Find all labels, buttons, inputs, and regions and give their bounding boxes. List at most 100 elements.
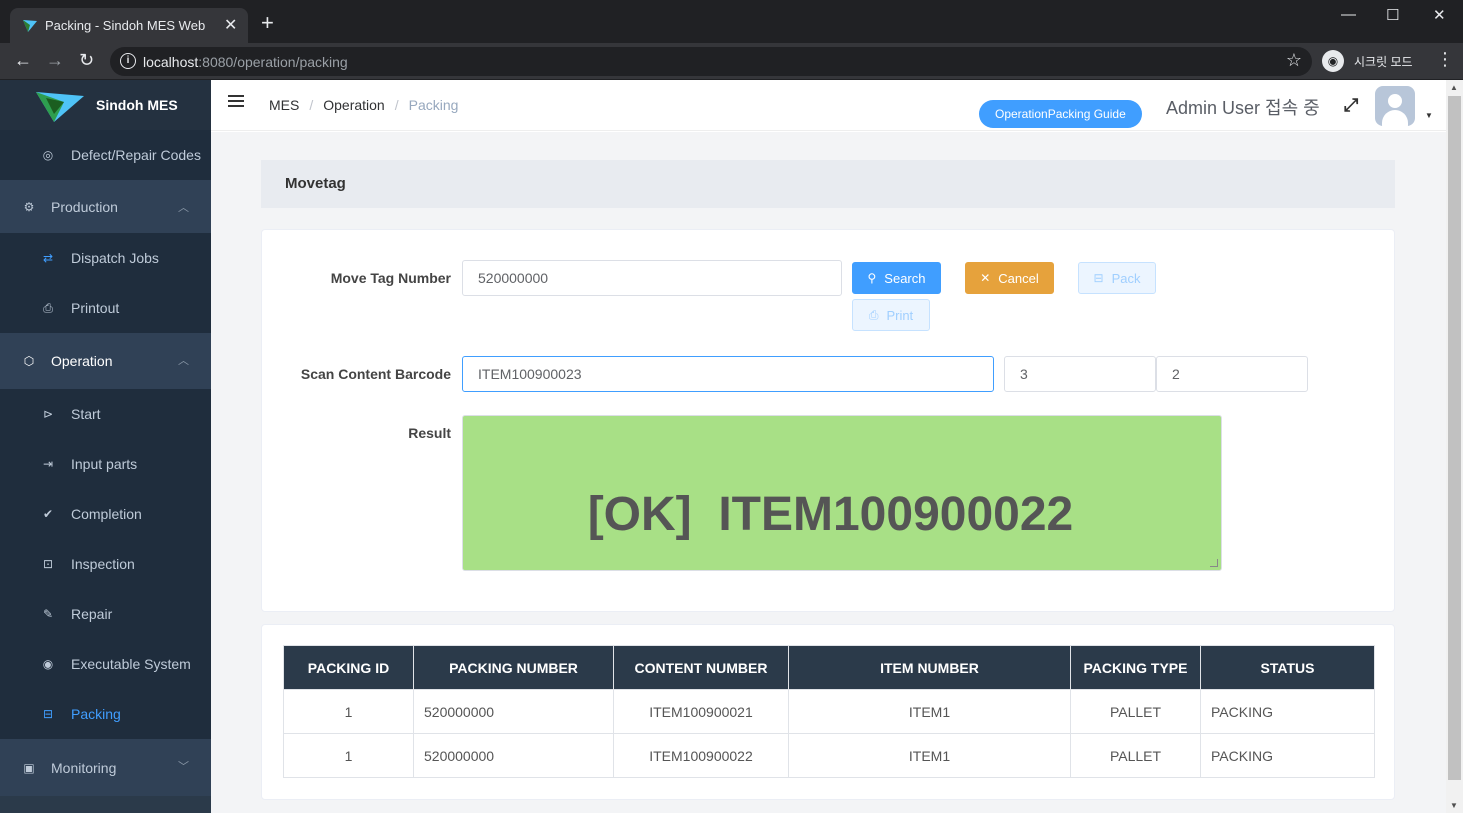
reload-icon[interactable]: ↻ [79,50,94,70]
page-content: Movetag Move Tag Number ⚲ Search ✕ Cance… [211,132,1446,813]
sidebar-group-production[interactable]: ⚙ Production ︿ [0,180,211,233]
sidebar-group-monitoring[interactable]: ▣ Monitoring ﹀ [0,739,211,796]
sidebar-item-executable-system[interactable]: ◉ Executable System [0,639,211,689]
sidebar-item-label: Start [71,406,101,422]
sidebar-item-label: Defect/Repair Codes [71,147,201,163]
print-button-label: Print [886,307,914,323]
sidebar-item-inspection[interactable]: ⊡ Inspection [0,539,211,589]
breadcrumb-packing: Packing [408,97,459,113]
sidebar-group-operation[interactable]: ⬡ Operation ︿ [0,333,211,389]
cancel-button[interactable]: ✕ Cancel [965,262,1054,294]
main-app: MES / Operation / Packing OperationPacki… [211,80,1446,813]
scrollbar-thumb[interactable] [1448,96,1461,780]
sindoh-favicon-icon [23,20,37,32]
sidebar-item-defect-repair-codes[interactable]: ◎ Defect/Repair Codes [0,130,211,180]
count-field-a[interactable] [1004,356,1156,392]
breadcrumb: MES / Operation / Packing [269,97,459,113]
cell-packing-id: 1 [283,689,414,734]
result-textarea[interactable]: [OK] ITEM100900022 [462,415,1222,571]
cell-packing-type: PALLET [1070,733,1201,778]
bookmark-star-icon[interactable]: ☆ [1286,50,1302,71]
sidebar-item-printout[interactable]: ⎙ Printout [0,283,211,333]
result-label: Result [408,425,451,441]
scroll-up-icon[interactable]: ▲ [1450,83,1458,92]
address-bar[interactable]: i localhost:8080/operation/packing ☆ [110,47,1312,76]
table-row[interactable]: 1 520000000 ITEM100900021 ITEM1 PALLET P… [283,689,1375,734]
cell-item-number: ITEM1 [788,689,1071,734]
incognito-label: 시크릿 모드 [1354,54,1413,69]
col-packing-type[interactable]: PACKING TYPE [1070,645,1201,690]
col-item-number[interactable]: ITEM NUMBER [788,645,1071,690]
window-close-icon[interactable]: ✕ [1433,6,1446,24]
sidebar-item-label: Monitoring [51,759,117,776]
browser-tab[interactable]: Packing - Sindoh MES Web ✕ [10,8,248,43]
resize-grip-icon[interactable] [1210,559,1218,567]
sidebar-item-packing[interactable]: ⊟ Packing [0,689,211,739]
cancel-button-label: Cancel [998,270,1039,286]
sidebar-item-completion[interactable]: ✔ Completion [0,489,211,539]
table-row[interactable]: 1 520000000 ITEM100900022 ITEM1 PALLET P… [283,733,1375,778]
pack-button[interactable]: ⊟ Pack [1078,262,1156,294]
count-field-b[interactable] [1156,356,1308,392]
menu-toggle-icon[interactable] [228,95,244,109]
chevron-down-icon: ﹀ [178,761,189,773]
sidebar-item-dispatch-jobs[interactable]: ⇄ Dispatch Jobs [0,233,211,283]
maximize-icon[interactable]: ☐ [1386,6,1399,24]
caret-down-icon[interactable]: ▼ [1425,111,1433,120]
fullscreen-icon[interactable]: ⤢ [1344,95,1358,116]
brand[interactable]: Sindoh MES [0,80,211,130]
new-tab-icon[interactable]: + [261,12,274,34]
scan-barcode-input[interactable] [462,356,994,392]
packing-table-card: PACKING ID PACKING NUMBER CONTENT NUMBER… [261,624,1395,800]
packing-icon: ⊟ [42,707,54,721]
cell-packing-number: 520000000 [413,689,614,734]
sidebar-item-input-parts[interactable]: ⇥ Input parts [0,439,211,489]
sidebar-item-label: Completion [71,506,142,522]
packing-table: PACKING ID PACKING NUMBER CONTENT NUMBER… [283,645,1375,778]
monitor-icon: ▣ [23,760,35,775]
print-button[interactable]: ⎙ Print [852,299,930,331]
col-content-number[interactable]: CONTENT NUMBER [613,645,789,690]
browser-menu-icon[interactable]: ⋮ [1436,49,1454,70]
cell-packing-number: 520000000 [413,733,614,778]
user-status-label: Admin User 접속 중 [1166,98,1320,118]
breadcrumb-operation[interactable]: Operation [323,97,384,113]
package-icon: ⊟ [1093,271,1104,285]
search-button[interactable]: ⚲ Search [852,262,941,294]
sidebar-item-repair[interactable]: ✎ Repair [0,589,211,639]
cell-content-number: ITEM100900021 [613,689,789,734]
chevron-up-icon: ︿ [178,202,189,214]
printer-icon: ⎙ [868,307,879,322]
sidebar-item-label: Executable System [71,656,191,672]
breadcrumb-mes[interactable]: MES [269,97,299,113]
site-info-icon[interactable]: i [120,53,136,69]
guide-button[interactable]: OperationPacking Guide [979,100,1142,128]
section-title: Movetag [261,160,1395,208]
box-icon: ⬡ [23,354,35,368]
avatar[interactable] [1375,86,1415,126]
cell-status: PACKING [1200,733,1375,778]
cell-content-number: ITEM100900022 [613,733,789,778]
sidebar-item-label: Operation [51,353,113,369]
search-button-label: Search [884,270,926,286]
play-circle-icon: ⊳ [42,407,54,421]
col-packing-number[interactable]: PACKING NUMBER [413,645,614,690]
tab-close-icon[interactable]: ✕ [224,15,237,35]
sidebar-item-start[interactable]: ⊳ Start [0,389,211,439]
result-text: [OK] ITEM100900022 [587,488,1074,541]
col-status[interactable]: STATUS [1200,645,1375,690]
move-tag-input[interactable] [462,260,842,296]
back-icon[interactable]: ← [14,50,32,70]
printer-icon: ⎙ [43,300,53,315]
scan-barcode-label: Scan Content Barcode [300,366,451,382]
page-scrollbar[interactable]: ▲ ▼ [1446,80,1463,813]
cell-packing-id: 1 [283,733,414,778]
login-icon: ⇥ [42,457,54,471]
wrench-icon: ✎ [42,607,54,621]
scan-icon: ⊡ [42,557,54,571]
minimize-icon[interactable]: — [1341,6,1356,23]
forward-icon[interactable]: → [46,50,64,70]
col-packing-id[interactable]: PACKING ID [283,645,414,690]
incognito-indicator[interactable]: ◉ 시크릿 모드 [1322,49,1413,73]
scroll-down-icon[interactable]: ▼ [1450,801,1458,810]
